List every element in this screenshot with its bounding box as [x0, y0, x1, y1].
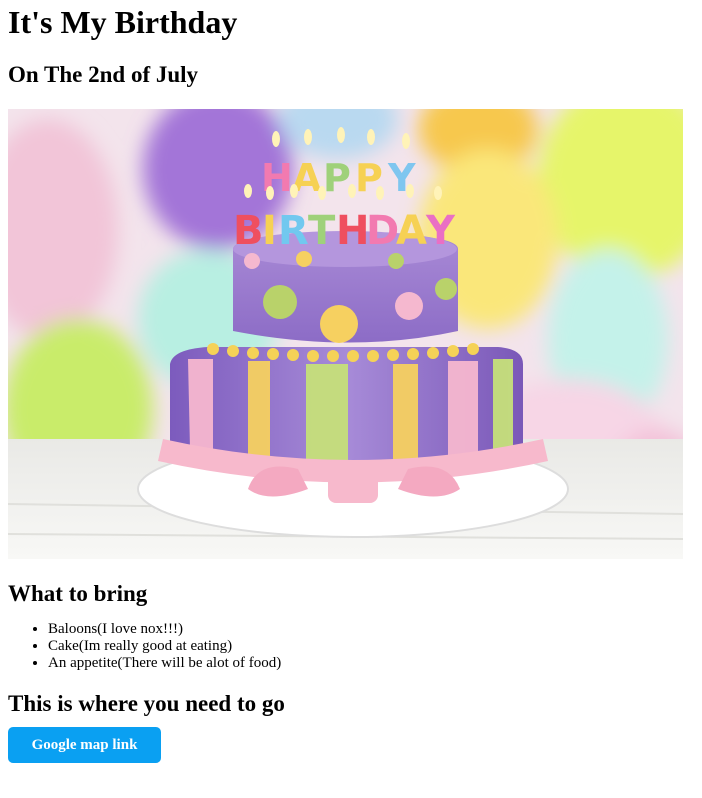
- svg-text:B: B: [233, 208, 264, 254]
- bring-list: Baloons(I love nox!!!) Cake(Im really go…: [8, 621, 702, 672]
- list-item: Cake(Im really good at eating): [48, 638, 702, 655]
- svg-text:H: H: [336, 208, 369, 254]
- list-item: Baloons(I love nox!!!): [48, 621, 702, 638]
- svg-text:R: R: [278, 208, 309, 254]
- location-heading: This is where you need to go: [8, 691, 285, 716]
- page: It's My Birthday On The 2nd of July H A …: [0, 0, 702, 798]
- page-title: It's My Birthday: [8, 4, 238, 40]
- date-subtitle: On The 2nd of July: [8, 62, 199, 87]
- svg-text:I: I: [262, 208, 277, 254]
- svg-text:H: H: [261, 156, 293, 200]
- svg-text:T: T: [308, 208, 336, 254]
- svg-text:Y: Y: [425, 208, 456, 254]
- list-item: An appetite(There will be alot of food): [48, 655, 702, 672]
- svg-text:A: A: [396, 208, 427, 254]
- birthday-cake-image: H A P P Y B I R T H D A Y: [8, 109, 683, 559]
- svg-text:P: P: [323, 156, 351, 200]
- google-map-link-button[interactable]: Google map link: [8, 727, 161, 763]
- svg-text:D: D: [366, 208, 399, 254]
- bring-heading: What to bring: [8, 581, 148, 606]
